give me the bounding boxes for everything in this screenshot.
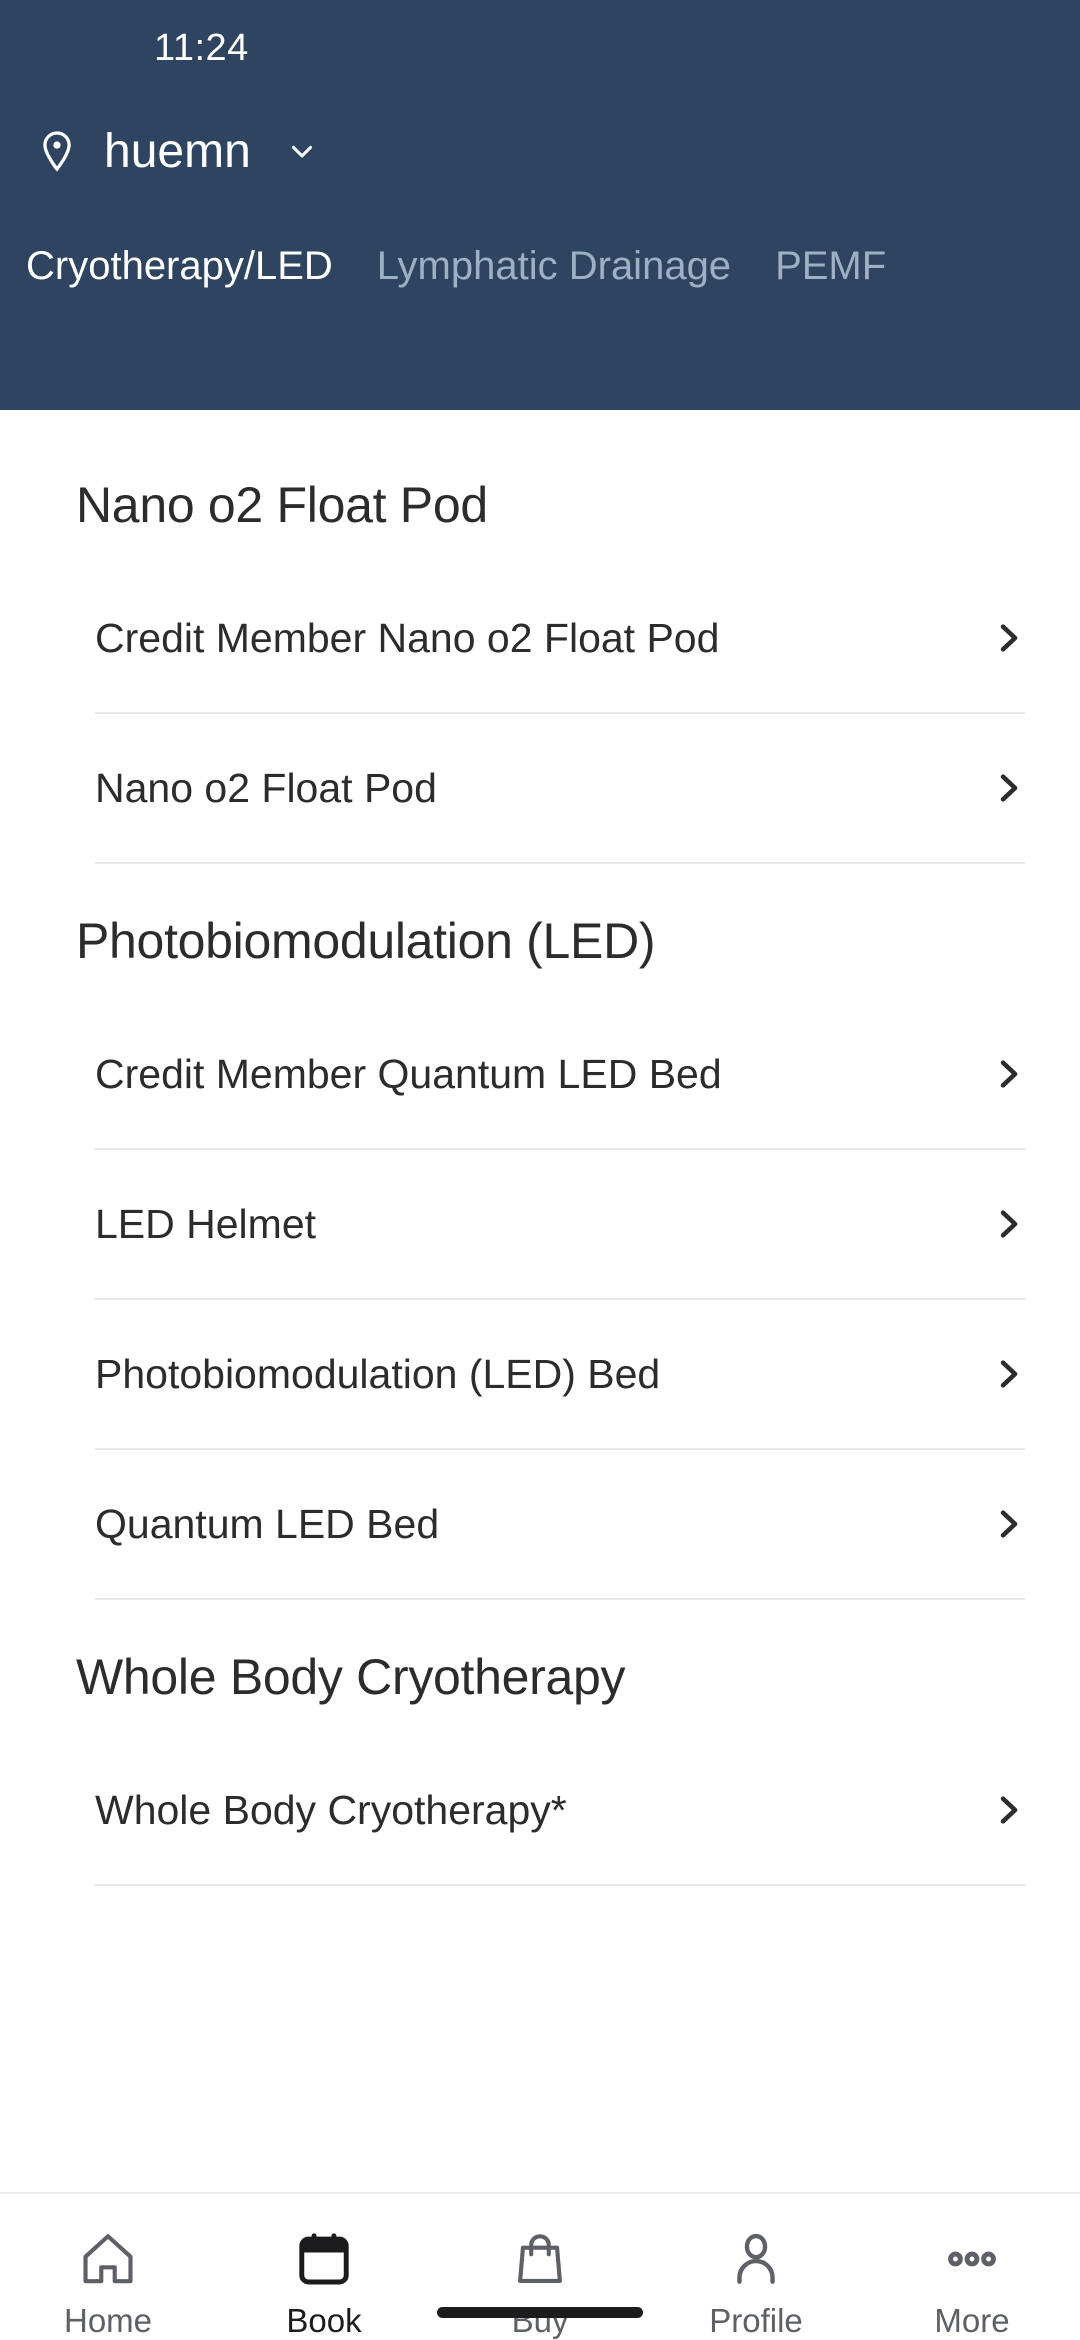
list-item[interactable]: LED Helmet — [95, 1150, 1025, 1300]
home-indicator — [437, 2307, 643, 2318]
chevron-right-icon[interactable] — [991, 1504, 1025, 1544]
section-heading: Nano o2 Float Pod — [76, 477, 488, 533]
list-item[interactable]: Whole Body Cryotherapy* — [95, 1736, 1025, 1886]
service-list: Nano o2 Float Pod Credit Member Nano o2 … — [0, 410, 1080, 2192]
section-heading: Whole Body Cryotherapy — [76, 1649, 626, 1705]
list-item[interactable]: Quantum LED Bed — [95, 1450, 1025, 1600]
nav-label: Book — [286, 2302, 362, 2339]
app-header: 11:24 huemn Cryotherapy/LED Lymphatic Dr… — [0, 0, 1080, 410]
list-item[interactable]: Credit Member Quantum LED Bed — [95, 1000, 1025, 1150]
tab-lymphatic-drainage[interactable]: Lymphatic Drainage — [377, 244, 731, 289]
nav-item-home[interactable]: Home — [0, 2228, 216, 2340]
calendar-icon — [293, 2228, 355, 2290]
tab-pemf[interactable]: PEMF — [775, 244, 886, 289]
nav-label: More — [934, 2302, 1010, 2339]
section-heading: Photobiomodulation (LED) — [76, 913, 656, 969]
list-item-label: Credit Member Nano o2 Float Pod — [95, 614, 720, 661]
nav-item-profile[interactable]: Profile — [648, 2228, 864, 2340]
home-icon — [77, 2228, 139, 2290]
shopping-bag-icon — [509, 2228, 571, 2290]
chevron-right-icon[interactable] — [991, 1204, 1025, 1244]
nav-label: Profile — [709, 2302, 803, 2339]
nav-item-book[interactable]: Book — [216, 2228, 432, 2340]
category-tab-bar[interactable]: Cryotherapy/LED Lymphatic Drainage PEMF — [0, 206, 1080, 326]
location-name: huemn — [104, 124, 251, 178]
nav-item-buy[interactable]: Buy — [432, 2228, 648, 2340]
list-item-label: Nano o2 Float Pod — [95, 764, 437, 811]
chevron-right-icon[interactable] — [991, 768, 1025, 808]
chevron-right-icon[interactable] — [991, 1054, 1025, 1094]
list-item-label: Credit Member Quantum LED Bed — [95, 1050, 722, 1097]
chevron-right-icon[interactable] — [991, 1354, 1025, 1394]
tab-cryotherapy-led[interactable]: Cryotherapy/LED — [26, 244, 333, 289]
list-item[interactable]: Photobiomodulation (LED) Bed — [95, 1300, 1025, 1450]
list-item[interactable]: Credit Member Nano o2 Float Pod — [95, 564, 1025, 714]
location-selector[interactable]: huemn — [0, 96, 1080, 206]
list-item-label: Photobiomodulation (LED) Bed — [95, 1350, 661, 1397]
list-item-label: LED Helmet — [95, 1200, 317, 1247]
chevron-right-icon[interactable] — [991, 1790, 1025, 1830]
ellipsis-icon — [941, 2228, 1003, 2290]
list-item[interactable]: Nano o2 Float Pod — [95, 714, 1025, 864]
chevron-down-icon[interactable] — [285, 134, 319, 168]
location-pin-icon — [34, 128, 80, 174]
status-bar-time: 11:24 — [154, 26, 249, 69]
list-item-label: Whole Body Cryotherapy* — [95, 1786, 567, 1833]
person-icon — [725, 2228, 787, 2290]
status-bar: 11:24 — [0, 0, 1080, 96]
chevron-right-icon[interactable] — [991, 618, 1025, 658]
nav-item-more[interactable]: More — [864, 2228, 1080, 2340]
list-item-label: Quantum LED Bed — [95, 1500, 440, 1547]
bottom-navigation-wrapper: Home Book Buy Profile More — [0, 2192, 1080, 2340]
nav-label: Home — [63, 2302, 153, 2339]
